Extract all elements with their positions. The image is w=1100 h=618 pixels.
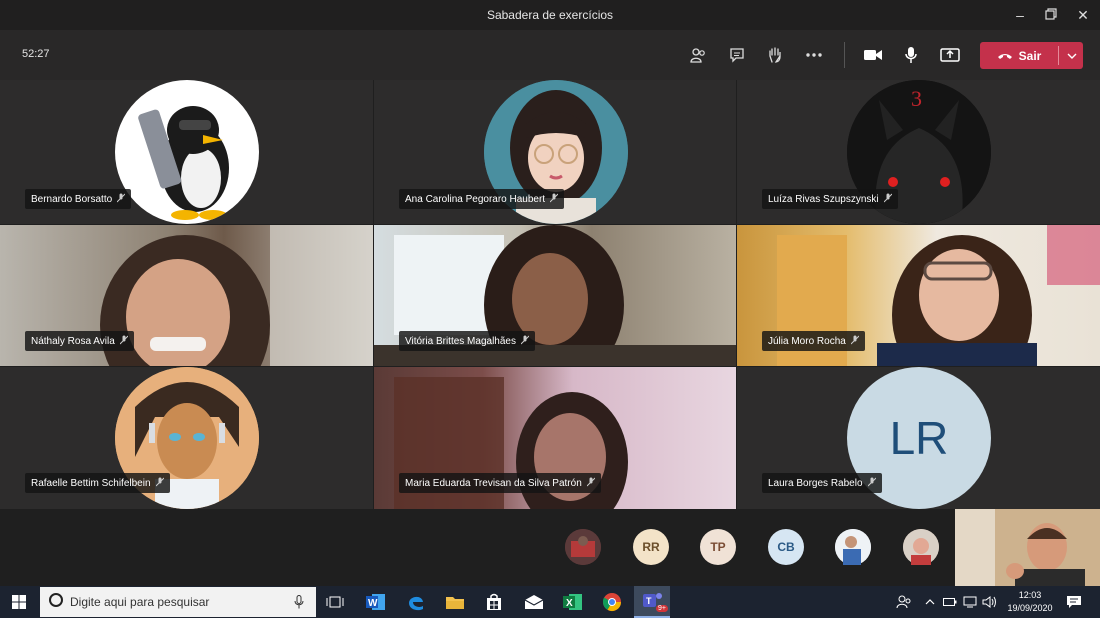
participant-name-chip: Luíza Rivas Szupszynski <box>762 189 898 209</box>
participant-name: Vitória Brittes Magalhães <box>405 335 516 347</box>
leave-button[interactable]: Sair <box>980 42 1083 69</box>
meeting-timer: 52:27 <box>22 48 50 60</box>
participant-tile-8[interactable]: Maria Eduarda Trevisan da Silva Patrón <box>374 367 736 509</box>
title-bar: Sabadera de exercícios – ✕ <box>0 0 1100 30</box>
participant-name: Rafaelle Bettim Schifelbein <box>31 477 151 489</box>
avatar-initials: LR <box>889 412 949 464</box>
participant-name: Luíza Rivas Szupszynski <box>768 193 879 205</box>
participant-name-chip: Ana Carolina Pegoraro Haubert <box>399 189 565 209</box>
chevron-up-icon[interactable] <box>922 591 938 613</box>
participant-name-chip: Rafaelle Bettim Schifelbein <box>25 473 170 493</box>
microphone-icon[interactable] <box>294 595 304 614</box>
participants-icon[interactable] <box>686 44 710 66</box>
chrome-icon[interactable] <box>601 591 623 613</box>
svg-text:T: T <box>646 596 652 606</box>
overflow-avatar[interactable] <box>835 529 871 565</box>
overflow-avatar[interactable]: CB <box>768 529 804 565</box>
teams-icon[interactable]: T 9+ <box>634 586 670 618</box>
svg-text:3: 3 <box>911 86 922 111</box>
battery-icon[interactable] <box>941 591 959 613</box>
participant-tile-1[interactable]: Bernardo Borsatto <box>0 80 373 224</box>
edge-icon[interactable] <box>405 591 427 613</box>
participant-tile-2[interactable]: Ana Carolina Pegoraro Haubert <box>374 80 736 224</box>
chevron-down-icon[interactable] <box>1062 42 1082 69</box>
mic-muted-icon <box>883 193 892 206</box>
overflow-participants-bar: RR TP CB <box>0 509 1100 586</box>
svg-text:W: W <box>368 598 378 609</box>
participant-name: Bernardo Borsatto <box>31 193 113 205</box>
avatar <box>115 80 259 224</box>
participant-name: Ana Carolina Pegoraro Haubert <box>405 193 546 205</box>
self-video-feed <box>955 509 1100 586</box>
raise-hand-icon[interactable] <box>763 44 787 66</box>
svg-text:X: X <box>566 598 573 609</box>
people-icon[interactable] <box>893 591 915 613</box>
restore-icon[interactable] <box>1041 6 1061 24</box>
mic-muted-icon <box>116 193 126 206</box>
video-grid: Bernardo Borsatto Ana Carolina Pegoraro … <box>0 80 1100 509</box>
participant-name-chip: Náthaly Rosa Avila <box>25 331 134 351</box>
meeting-toolbar: 52:27 Sair <box>0 30 1100 80</box>
store-icon[interactable] <box>483 591 505 613</box>
overflow-avatar[interactable] <box>903 529 939 565</box>
participant-tile-9[interactable]: LR Laura Borges Rabelo <box>737 367 1100 509</box>
participant-tile-3[interactable]: 3 Luíza Rivas Szupszynski <box>737 80 1100 224</box>
network-icon[interactable] <box>961 591 979 613</box>
mic-muted-icon <box>520 335 530 348</box>
hang-up-icon <box>997 53 1012 59</box>
more-options-icon[interactable] <box>802 44 826 66</box>
overflow-avatar[interactable]: RR <box>633 529 669 565</box>
penguin-avatar-image <box>138 106 229 220</box>
taskbar-search[interactable]: Digite aqui para pesquisar <box>40 587 316 617</box>
mic-muted-icon <box>155 477 164 490</box>
participant-tile-7[interactable]: Rafaelle Bettim Schifelbein <box>0 367 373 509</box>
participant-name-chip: Maria Eduarda Trevisan da Silva Patrón <box>399 473 601 493</box>
overflow-avatar[interactable] <box>565 529 601 565</box>
mail-icon[interactable] <box>523 591 545 613</box>
clock-date: 19/09/2020 <box>1007 603 1053 613</box>
cortana-icon <box>48 592 64 613</box>
participant-name: Maria Eduarda Trevisan da Silva Patrón <box>405 477 582 489</box>
search-placeholder: Digite aqui para pesquisar <box>70 595 210 609</box>
leave-label: Sair <box>1018 48 1042 63</box>
excel-icon[interactable]: X <box>562 591 584 613</box>
chat-icon[interactable] <box>725 44 749 66</box>
clock-time: 12:03 <box>1018 590 1042 600</box>
participant-tile-5[interactable]: Vitória Brittes Magalhães <box>374 225 736 366</box>
mic-muted-icon <box>549 193 559 206</box>
participant-name-chip: Laura Borges Rabelo <box>762 473 882 493</box>
mic-muted-icon <box>867 477 876 490</box>
volume-icon[interactable] <box>981 591 999 613</box>
participant-name: Laura Borges Rabelo <box>768 477 863 489</box>
notification-badge: 9+ <box>656 605 668 612</box>
task-view-icon[interactable] <box>324 591 346 613</box>
minimize-icon[interactable]: – <box>1010 6 1030 24</box>
participant-tile-4[interactable]: Náthaly Rosa Avila <box>0 225 373 366</box>
close-icon[interactable]: ✕ <box>1073 6 1093 24</box>
participant-name-chip: Júlia Moro Rocha <box>762 331 865 351</box>
mic-muted-icon <box>850 335 860 348</box>
camera-icon[interactable] <box>861 44 885 66</box>
overflow-avatar[interactable]: TP <box>700 529 736 565</box>
word-icon[interactable]: W <box>365 591 387 613</box>
participant-name: Náthaly Rosa Avila <box>31 335 115 347</box>
share-screen-icon[interactable] <box>938 44 962 66</box>
mic-muted-icon <box>586 477 596 490</box>
taskbar-clock[interactable]: 12:03 19/09/2020 <box>1002 589 1058 615</box>
participant-tile-6[interactable]: Júlia Moro Rocha <box>737 225 1100 366</box>
notifications-icon[interactable] <box>1063 591 1085 613</box>
leave-main[interactable]: Sair <box>980 42 1058 69</box>
participant-name-chip: Vitória Brittes Magalhães <box>399 331 535 351</box>
windows-taskbar: Digite aqui para pesquisar W X T 9+ 12:0… <box>0 586 1100 618</box>
self-video-preview[interactable] <box>955 509 1100 586</box>
participant-name: Júlia Moro Rocha <box>768 335 846 347</box>
toolbar-divider <box>844 42 845 68</box>
window-title: Sabadera de exercícios <box>486 8 614 22</box>
microphone-icon[interactable] <box>899 44 923 66</box>
leave-separator <box>1058 46 1059 65</box>
file-explorer-icon[interactable] <box>444 591 466 613</box>
windows-start-icon[interactable] <box>8 591 30 613</box>
mic-muted-icon <box>119 335 129 348</box>
participant-name-chip: Bernardo Borsatto <box>25 189 132 209</box>
